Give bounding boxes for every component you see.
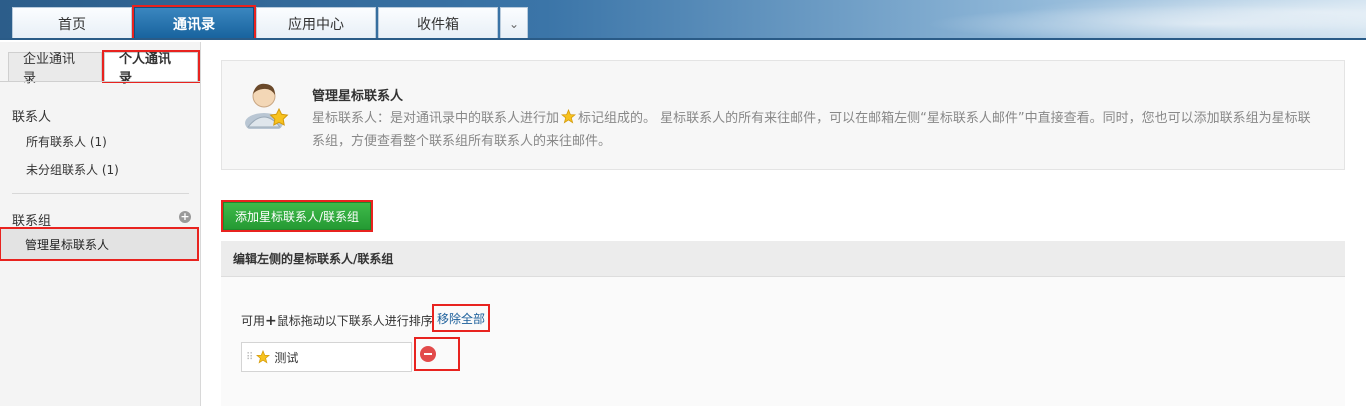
tab-home[interactable]: 首页 xyxy=(12,7,132,38)
top-header: 首页 通讯录 应用中心 收件箱 ⌄ xyxy=(0,0,1366,40)
chevron-down-icon: ⌄ xyxy=(508,17,520,31)
add-starred-contact-button[interactable]: 添加星标联系人/联系组 xyxy=(221,200,373,232)
edit-panel-heading: 编辑左侧的星标联系人/联系组 xyxy=(221,241,1345,277)
sidebar-item-ungrouped-contacts[interactable]: 未分组联系人 (1) xyxy=(26,161,119,178)
contact-name: 测试 xyxy=(274,350,299,365)
sidebar-item-manage-starred[interactable]: 管理星标联系人 xyxy=(0,227,199,261)
star-icon xyxy=(256,350,271,364)
tab-contacts[interactable]: 通讯录 xyxy=(132,5,256,38)
contacts-section-title: 联系人 xyxy=(12,110,52,125)
info-box: 管理星标联系人 星标联系人：是对通讯录中的联系人进行加 标记组成的。 星标联系人的… xyxy=(221,60,1345,170)
remove-all-link[interactable]: 移除全部 xyxy=(431,304,491,332)
move-icon: + xyxy=(265,313,277,329)
more-tabs-button[interactable]: ⌄ xyxy=(500,7,528,38)
sort-hint: 可用+鼠标拖动以下联系人进行排序 xyxy=(241,312,433,329)
tab-personal-contacts[interactable]: 个人通讯录 xyxy=(102,50,200,86)
star-icon xyxy=(561,109,577,124)
tab-divider xyxy=(0,81,200,82)
remove-contact-button[interactable] xyxy=(414,337,460,371)
groups-section-title: 联系组 xyxy=(12,214,52,229)
tab-enterprise-contacts[interactable]: 企业通讯录 xyxy=(8,52,102,86)
sidebar-item-all-contacts[interactable]: 所有联系人 (1) xyxy=(26,133,107,150)
tab-inbox[interactable]: 收件箱 xyxy=(378,7,498,38)
address-book-tabs: 企业通讯录 个人通讯录 xyxy=(8,50,200,86)
info-title: 管理星标联系人 xyxy=(312,89,404,104)
info-description: 星标联系人：是对通讯录中的联系人进行加 标记组成的。 星标联系人的所有来往邮件，可… xyxy=(312,107,1322,153)
drag-handle-icon[interactable]: ⠿ xyxy=(246,352,253,363)
sidebar: 企业通讯录 个人通讯录 联系人 所有联系人 (1) 未分组联系人 (1) 联系组… xyxy=(0,42,201,406)
starred-contact-avatar-icon xyxy=(245,83,289,129)
sort-hint-before: 可用 xyxy=(241,314,266,328)
tab-app-center[interactable]: 应用中心 xyxy=(256,7,376,38)
add-group-icon[interactable]: + xyxy=(179,211,191,223)
header-background xyxy=(846,0,1366,38)
edit-starred-panel: 编辑左侧的星标联系人/联系组 可用+鼠标拖动以下联系人进行排序 移除全部 ⠿ 测… xyxy=(221,241,1345,406)
info-desc-part1: 星标联系人：是对通讯录中的联系人进行加 xyxy=(312,111,560,126)
remove-icon xyxy=(420,346,436,362)
sidebar-item-label: 管理星标联系人 xyxy=(25,237,110,252)
sort-hint-after: 鼠标拖动以下联系人进行排序 xyxy=(276,314,433,328)
top-tab-bar: 首页 通讯录 应用中心 收件箱 ⌄ xyxy=(12,5,530,38)
sidebar-divider xyxy=(12,193,189,194)
starred-contact-item[interactable]: ⠿ 测试 xyxy=(241,342,412,372)
